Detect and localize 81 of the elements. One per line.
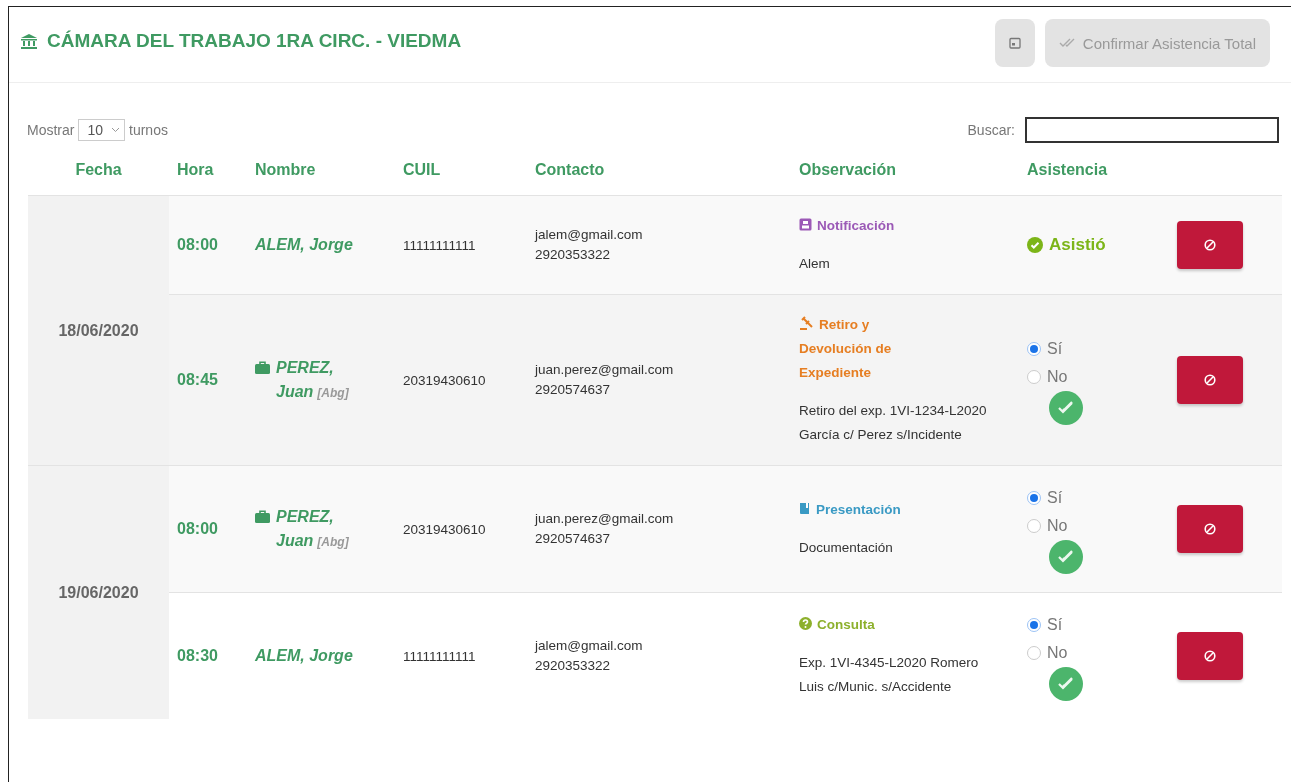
attendance-radio[interactable]: No [1027, 512, 1161, 540]
id-card-icon [799, 218, 812, 231]
email-text: jalem@gmail.com [535, 637, 644, 655]
radio-circle[interactable] [1027, 618, 1041, 632]
radio-circle[interactable] [1027, 342, 1041, 356]
radio-circle[interactable] [1027, 519, 1041, 533]
confirm-button[interactable] [1049, 391, 1083, 425]
attendance-radio[interactable]: Sí [1027, 484, 1161, 512]
cancel-button[interactable] [1177, 221, 1243, 269]
date-cell: 19/06/2020 [28, 465, 169, 719]
ban-icon [1204, 650, 1216, 662]
attendance-radio[interactable]: Sí [1027, 335, 1161, 363]
time-text: 08:45 [177, 371, 218, 388]
cuil-text: 11111111111 [403, 648, 476, 664]
column-header[interactable]: CUIL [395, 149, 527, 196]
time-text: 08:30 [177, 647, 218, 664]
date-cell: 18/06/2020 [28, 195, 169, 466]
observation-detail: Retiro del exp. 1VI-1234-L2020 García c/ Perez s/Incidente [799, 402, 988, 444]
attendance-radio[interactable]: Sí [1027, 611, 1161, 639]
time-text: 08:00 [177, 236, 218, 253]
question-icon [799, 617, 812, 630]
bank-icon [21, 33, 37, 49]
observation-detail: Alem [799, 255, 831, 273]
double-check-icon [1057, 677, 1075, 691]
observation-detail: Exp. 1VI-4345-L2020 Romero Luis c/Munic. s/Accidente [799, 654, 980, 696]
confirm-button[interactable] [1049, 540, 1083, 574]
radio-circle[interactable] [1027, 646, 1041, 660]
cancel-button[interactable] [1177, 505, 1243, 553]
gavel-icon [799, 316, 814, 330]
cuil-text: 11111111111 [403, 237, 476, 253]
search-label: Buscar: [967, 122, 1015, 138]
email-text: jalem@gmail.com [535, 226, 644, 244]
time-text: 08:00 [177, 520, 218, 537]
phone-text: 2920574637 [535, 381, 612, 399]
chevron-down-icon [111, 127, 121, 133]
radio-circle[interactable] [1027, 370, 1041, 384]
double-check-icon [1058, 38, 1077, 48]
person-name: ALEM, Jorge [255, 646, 353, 666]
phone-text: 2920574637 [535, 530, 612, 548]
phone-text: 2920353322 [535, 657, 612, 675]
page-title: CÁMARA DEL TRABAJO 1RA CIRC. - VIEDMA [47, 30, 462, 52]
attendance-status: Asistió [1027, 234, 1106, 255]
phone-text: 2920353322 [535, 246, 612, 264]
column-header[interactable]: Contacto [527, 149, 791, 196]
ban-icon [1204, 523, 1216, 535]
book-icon [799, 502, 811, 515]
attendance-radio[interactable]: No [1027, 639, 1161, 667]
check-circle-icon [1027, 236, 1043, 253]
show-label: Mostrar [27, 122, 75, 138]
briefcase-icon [255, 509, 270, 523]
observation-title: Presentación [799, 498, 939, 522]
person-name: PEREZ, Juan [Abg] [276, 357, 350, 402]
email-text: juan.perez@gmail.com [535, 510, 675, 528]
person-name: PEREZ, Juan [Abg] [276, 506, 350, 551]
ban-icon [1204, 374, 1216, 386]
column-header[interactable]: Hora [169, 149, 247, 196]
column-header[interactable]: Fecha [28, 149, 169, 196]
email-text: juan.perez@gmail.com [535, 361, 675, 379]
cuil-text: 20319430610 [403, 372, 486, 388]
cuil-text: 20319430610 [403, 521, 486, 537]
column-header[interactable]: Nombre [247, 149, 395, 196]
column-header[interactable]: Observación [791, 149, 1019, 196]
cancel-button[interactable] [1177, 356, 1243, 404]
double-check-icon [1057, 550, 1075, 564]
attendance-radio[interactable]: No [1027, 363, 1161, 391]
double-check-icon [1057, 401, 1075, 415]
calendar-icon [1008, 37, 1021, 49]
radio-circle[interactable] [1027, 491, 1041, 505]
observation-title: Notificación [799, 214, 939, 238]
cancel-button[interactable] [1177, 632, 1243, 680]
ban-icon [1204, 239, 1216, 251]
observation-title: Retiro y Devolución de Expediente [799, 315, 893, 382]
confirm-button[interactable] [1049, 667, 1083, 701]
observation-title: Consulta [799, 613, 939, 637]
briefcase-icon [255, 360, 270, 374]
search-field[interactable] [1025, 117, 1279, 143]
observation-detail: Documentación [799, 539, 894, 557]
person-name: ALEM, Jorge [255, 235, 353, 255]
show-suffix: turnos [129, 122, 168, 138]
column-header[interactable]: Asistencia [1019, 149, 1169, 196]
page-size-select[interactable]: 10 [78, 119, 126, 141]
